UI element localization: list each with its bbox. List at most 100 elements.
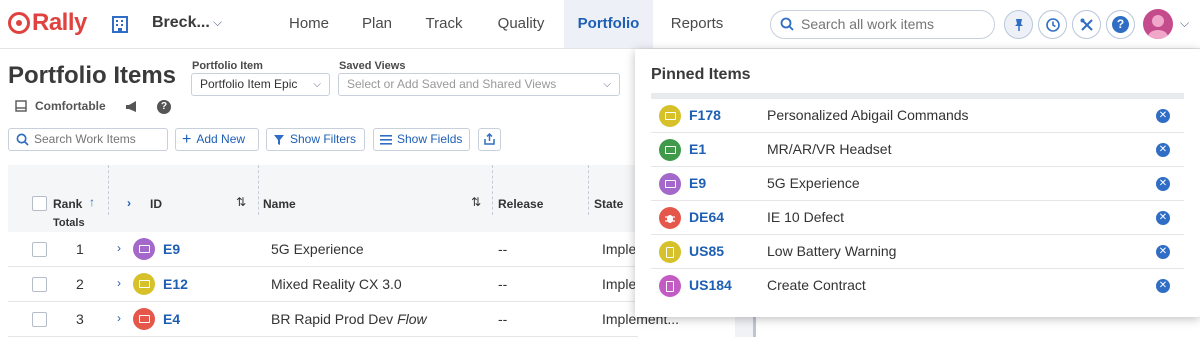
show-fields-button[interactable]: Show Fields <box>373 128 470 151</box>
help-icon[interactable]: ? <box>157 100 171 114</box>
nav-track[interactable]: Track <box>414 0 474 48</box>
pinned-item[interactable]: US184 Create Contract ✕ <box>651 269 1184 303</box>
plus-icon: + <box>182 131 192 148</box>
pinned-items-button[interactable] <box>1004 10 1033 39</box>
search-icon <box>780 17 794 31</box>
pinned-item[interactable]: DE64 IE 10 Defect ✕ <box>651 201 1184 235</box>
portfolio-item-label: Portfolio Item <box>192 60 263 72</box>
recent-items-button[interactable] <box>1038 10 1067 39</box>
feature-icon <box>659 105 681 127</box>
work-item-search[interactable] <box>8 128 168 151</box>
pinned-item-name: Personalized Abigail Commands <box>767 107 969 123</box>
nav-portfolio[interactable]: Portfolio <box>564 0 653 48</box>
row-checkbox[interactable] <box>32 312 47 327</box>
sort-icon[interactable]: ⇅ <box>236 195 246 209</box>
column-state[interactable]: State <box>594 197 623 211</box>
density-toggle[interactable]: Comfortable <box>15 99 106 113</box>
expand-all-icon[interactable]: › <box>127 196 131 210</box>
row-id[interactable]: E12 <box>163 276 188 292</box>
totals-label: Totals <box>53 217 85 229</box>
row-checkbox[interactable] <box>32 242 47 257</box>
pinned-item[interactable]: F178 Personalized Abigail Commands ✕ <box>651 99 1184 133</box>
story-icon <box>659 241 681 263</box>
row-release: -- <box>498 311 508 327</box>
defect-icon <box>659 207 681 229</box>
saved-views-label: Saved Views <box>339 60 406 72</box>
row-name: Mixed Reality CX 3.0 <box>271 276 402 292</box>
close-icon[interactable]: ✕ <box>1156 279 1170 293</box>
row-checkbox[interactable] <box>32 277 47 292</box>
logo-text: Rally <box>32 9 87 36</box>
sort-icon[interactable]: ⇅ <box>471 195 481 209</box>
rally-logo[interactable]: Rally <box>8 9 87 37</box>
column-id[interactable]: ID <box>150 197 162 211</box>
saved-views-select[interactable]: Select or Add Saved and Shared Views ⌵ <box>338 73 620 96</box>
list-icon <box>380 135 392 145</box>
building-icon <box>112 16 128 33</box>
export-button[interactable] <box>478 128 501 151</box>
sort-up-icon[interactable]: ↑ <box>89 195 95 209</box>
pinned-item[interactable]: E9 5G Experience ✕ <box>651 167 1184 201</box>
close-icon[interactable]: ✕ <box>1156 245 1170 259</box>
portfolio-item-select[interactable]: Portfolio Item Epic ⌵ <box>191 73 330 96</box>
pinned-items-popover: Pinned Items F178 Personalized Abigail C… <box>635 49 1200 317</box>
row-name: 5G Experience <box>271 241 364 257</box>
epic-icon <box>659 173 681 195</box>
nav-quality[interactable]: Quality <box>484 0 558 48</box>
pinned-item[interactable]: E1 MR/AR/VR Headset ✕ <box>651 133 1184 167</box>
close-icon[interactable]: ✕ <box>1156 177 1170 191</box>
help-icon: ? <box>1112 16 1129 33</box>
chevron-down-icon[interactable]: ⌵ <box>1180 16 1189 31</box>
pinned-item[interactable]: US85 Low Battery Warning ✕ <box>651 235 1184 269</box>
table-row[interactable]: 2 › E12 Mixed Reality CX 3.0 -- Imple <box>8 267 638 302</box>
column-rank[interactable]: Rank <box>53 197 82 211</box>
row-state: Imple <box>602 276 637 292</box>
close-icon[interactable]: ✕ <box>1156 109 1170 123</box>
megaphone-icon[interactable] <box>125 100 140 114</box>
column-name[interactable]: Name <box>263 197 296 211</box>
chevron-down-icon[interactable]: ⌵ <box>213 15 222 30</box>
nav-reports[interactable]: Reports <box>660 0 734 48</box>
setup-button[interactable] <box>1072 10 1101 39</box>
pinned-item-id[interactable]: E1 <box>689 141 706 157</box>
pinned-item-id[interactable]: US184 <box>689 277 732 293</box>
chevron-down-icon: ⌵ <box>313 79 321 90</box>
pinned-item-id[interactable]: US85 <box>689 243 724 259</box>
row-id[interactable]: E4 <box>163 311 180 327</box>
share-icon <box>484 133 495 145</box>
close-icon[interactable]: ✕ <box>1156 143 1170 157</box>
chevron-right-icon[interactable]: › <box>117 311 121 325</box>
chevron-right-icon[interactable]: › <box>117 276 121 290</box>
workspace-picker[interactable]: Breck... <box>152 14 210 32</box>
show-filters-button[interactable]: Show Filters <box>266 128 365 151</box>
close-icon[interactable]: ✕ <box>1156 211 1170 225</box>
chevron-right-icon[interactable]: › <box>117 241 121 255</box>
chevron-down-icon: ⌵ <box>603 79 611 90</box>
pinned-item-id[interactable]: E9 <box>689 175 706 191</box>
story-icon <box>659 275 681 297</box>
nav-home[interactable]: Home <box>276 0 342 48</box>
add-new-button[interactable]: + Add New <box>175 128 259 151</box>
show-fields-label: Show Fields <box>397 132 463 146</box>
column-release[interactable]: Release <box>498 197 543 211</box>
row-release: -- <box>498 241 508 257</box>
table-row[interactable]: 3 › E4 BR Rapid Prod Dev Flow -- Impleme… <box>8 302 679 337</box>
saved-views-placeholder: Select or Add Saved and Shared Views <box>347 77 557 91</box>
page-title: Portfolio Items <box>8 62 177 89</box>
tools-icon <box>1080 18 1093 31</box>
search-icon <box>16 133 29 146</box>
global-search-input[interactable] <box>801 16 986 32</box>
user-avatar[interactable] <box>1143 9 1173 39</box>
row-name-text: BR Rapid Prod Dev <box>271 311 398 327</box>
epic-icon <box>133 238 155 260</box>
nav-plan[interactable]: Plan <box>350 0 404 48</box>
work-item-search-input[interactable] <box>34 132 164 146</box>
help-button[interactable]: ? <box>1106 10 1135 39</box>
select-all-checkbox[interactable] <box>32 196 47 211</box>
table-row[interactable]: 1 › E9 5G Experience -- Imple <box>8 232 638 267</box>
global-search[interactable] <box>770 10 995 39</box>
pinned-item-id[interactable]: F178 <box>689 107 721 123</box>
detail-panel-edge <box>735 317 1200 337</box>
pinned-item-id[interactable]: DE64 <box>689 209 724 225</box>
row-id[interactable]: E9 <box>163 241 180 257</box>
